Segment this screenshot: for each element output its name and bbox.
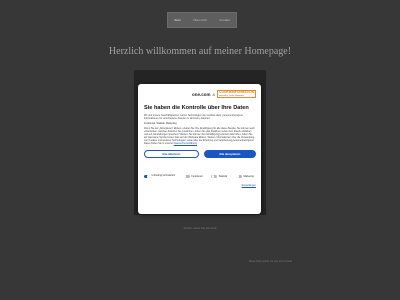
cookie-consent-dialog: one.com & COOKIEINFORMATION powered by C… [138, 84, 261, 214]
toggle-necessary[interactable]: Unbedingt erforderlich [144, 174, 176, 178]
logo-separator: & [212, 91, 216, 97]
toggle-statistics[interactable]: Statistik [211, 175, 227, 178]
cookieinformation-tagline: powered by Cookie Information [219, 94, 245, 97]
toggle-switch-functional[interactable] [183, 175, 190, 178]
toggle-switch-statistics[interactable] [211, 175, 218, 178]
consent-toggles: Unbedingt erforderlich Funktional Statis… [144, 174, 256, 178]
toggle-functional[interactable]: Funktional [183, 175, 203, 178]
privacy-policy-link[interactable]: Datenschutzerklärung [174, 142, 197, 145]
reject-all-button[interactable]: Alle ablehnen [144, 150, 199, 158]
toggle-label-functional: Funktional [191, 175, 203, 178]
dialog-categories: Funktional, Statistik, Marketing [144, 122, 177, 125]
accept-all-button[interactable]: Alle akzeptieren [203, 150, 256, 158]
dialog-intro-text: Wir und unsere Geschäftspartner nutzen T… [144, 114, 243, 120]
dialog-details-text: Wenn Sie auf „Akzeptieren" klicken, erte… [144, 127, 256, 145]
toggle-label-marketing: Marketing [243, 175, 254, 178]
toggle-label-statistics: Statistik [218, 175, 228, 178]
settings-link[interactable]: Einstellungen [144, 184, 256, 187]
dialog-actions: Alle ablehnen Alle akzeptieren [144, 150, 256, 158]
toggle-switch-marketing[interactable] [235, 175, 242, 178]
dialog-logo: one.com & COOKIEINFORMATION powered by C… [144, 89, 256, 99]
toggle-label-necessary: Unbedingt erforderlich [151, 174, 176, 178]
toggle-switch-necessary[interactable] [144, 175, 150, 178]
cookieinformation-logo: COOKIEINFORMATION powered by Cookie Info… [217, 90, 256, 98]
dialog-title: Sie haben die Kontrolle über Ihre Daten [144, 105, 249, 111]
toggle-marketing[interactable]: Marketing [235, 175, 254, 178]
dialog-details-body: Wenn Sie auf „Akzeptieren" klicken, erte… [144, 127, 255, 145]
onecom-logo: one.com [191, 91, 211, 97]
